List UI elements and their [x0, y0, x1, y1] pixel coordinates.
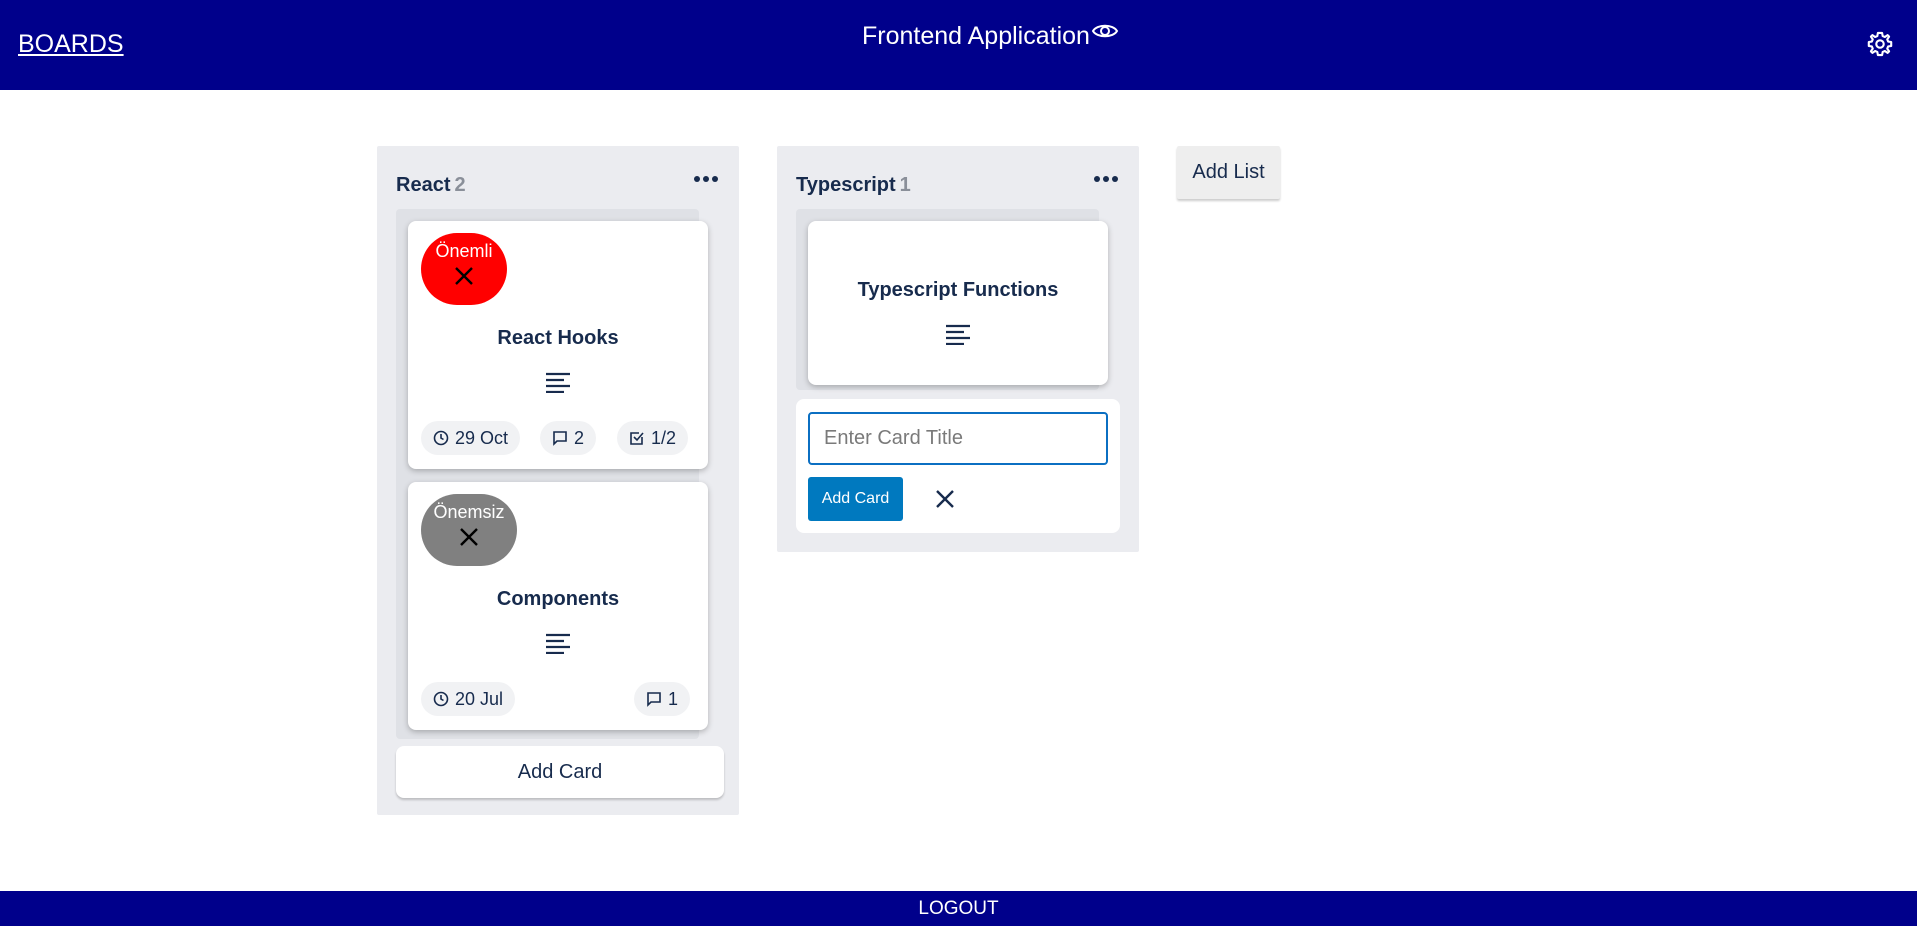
- comment-icon: [553, 431, 567, 446]
- card-title-input[interactable]: [808, 412, 1108, 465]
- top-navbar: BOARDS Frontend Application: [0, 0, 1917, 90]
- card-react-hooks[interactable]: Önemli React Hooks 29 Oct 2 1/2: [408, 221, 708, 469]
- comments-count: 1: [668, 688, 679, 709]
- boards-link[interactable]: BOARDS: [18, 30, 124, 59]
- label-text: Önemli: [435, 241, 493, 261]
- gear-icon[interactable]: [1866, 30, 1894, 58]
- due-date-badge: 29 Oct: [421, 421, 521, 455]
- eye-icon[interactable]: [1091, 20, 1119, 42]
- board-title: Frontend Application: [862, 22, 1119, 51]
- label-badge: Önemsiz: [421, 494, 517, 566]
- list-typescript: Typescript1 Typescript Functions Add Car…: [777, 146, 1139, 552]
- list-card-count: 1: [899, 174, 911, 196]
- card-title: Components: [496, 588, 620, 610]
- checklist-progress: 1/2: [651, 427, 677, 448]
- due-date-badge: 20 Jul: [421, 682, 516, 716]
- comment-icon: [647, 692, 661, 707]
- add-list-button[interactable]: Add List: [1177, 146, 1280, 199]
- comments-badge: 1: [634, 682, 691, 716]
- card-components[interactable]: Önemsiz Components 20 Jul 1: [408, 482, 708, 730]
- label-badge: Önemli: [421, 233, 507, 305]
- card-title: React Hooks: [497, 327, 619, 349]
- more-options-icon[interactable]: [1093, 174, 1119, 184]
- remove-label-icon[interactable]: [458, 526, 480, 548]
- list-react: React 2 Önemli React Hooks 29 Oct 2 1/2 …: [377, 146, 739, 815]
- list-header[interactable]: Typescript 1: [796, 174, 911, 197]
- more-options-icon[interactable]: [693, 174, 719, 184]
- list-title: React: [396, 174, 451, 196]
- clock-icon: [433, 691, 449, 707]
- due-date-text: 20 Jul: [455, 688, 504, 709]
- cards-container: Typescript Functions: [796, 209, 1108, 390]
- card-typescript-functions[interactable]: Typescript Functions: [808, 221, 1108, 385]
- description-icon: [946, 324, 970, 345]
- cards-container: Önemli React Hooks 29 Oct 2 1/2 Önemsiz …: [396, 209, 708, 739]
- board-title-text: Frontend Application: [862, 22, 1090, 50]
- card-title: Typescript Functions: [857, 279, 1059, 301]
- checklist-badge: 1/2: [617, 421, 689, 455]
- checklist-icon: [630, 432, 644, 445]
- logout-button[interactable]: LOGOUT: [0, 891, 1917, 926]
- due-date-text: 29 Oct: [455, 427, 509, 448]
- comments-count: 2: [574, 427, 585, 448]
- description-icon: [546, 633, 570, 654]
- list-header[interactable]: React 2: [396, 174, 466, 197]
- label-text: Önemsiz: [433, 502, 505, 522]
- remove-label-icon[interactable]: [453, 265, 475, 287]
- clock-icon: [433, 430, 449, 446]
- add-card-button[interactable]: Add Card: [396, 746, 724, 798]
- description-icon: [546, 372, 570, 393]
- add-card-composer: Add Card: [796, 399, 1120, 533]
- list-title: Typescript: [796, 174, 896, 196]
- comments-badge: 2: [540, 421, 597, 455]
- add-card-submit-button[interactable]: Add Card: [808, 477, 903, 521]
- close-icon[interactable]: [934, 488, 956, 510]
- list-card-count: 2: [454, 174, 466, 196]
